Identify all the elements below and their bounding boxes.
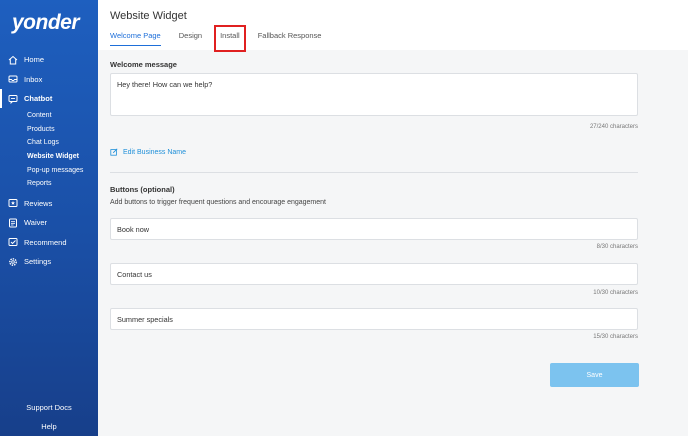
sidebar-nav: Home Inbox Chatbot Content Products Chat… bbox=[0, 50, 98, 272]
welcome-message-label: Welcome message bbox=[110, 60, 177, 69]
button-2-input[interactable]: Contact us bbox=[110, 263, 638, 285]
save-button[interactable]: Save bbox=[550, 363, 639, 387]
button-1-input[interactable]: Book now bbox=[110, 218, 638, 240]
sidebar-subitem-reports[interactable]: Reports bbox=[0, 177, 98, 191]
edit-icon bbox=[110, 148, 118, 156]
sidebar-subitem-website-widget[interactable]: Website Widget bbox=[0, 150, 98, 164]
sidebar-subitem-chat-logs[interactable]: Chat Logs bbox=[0, 136, 98, 150]
sidebar-item-label: Waiver bbox=[24, 218, 48, 228]
home-icon bbox=[8, 55, 18, 65]
sidebar-item-home[interactable]: Home bbox=[0, 50, 98, 70]
tab-welcome-page[interactable]: Welcome Page bbox=[110, 31, 161, 46]
sidebar-item-inbox[interactable]: Inbox bbox=[0, 70, 98, 90]
page-title: Website Widget bbox=[110, 10, 187, 22]
button-3-input[interactable]: Summer specials bbox=[110, 308, 638, 330]
yonder-logo: yonder bbox=[12, 11, 80, 34]
sidebar-item-waiver[interactable]: Waiver bbox=[0, 213, 98, 233]
button-1-counter: 8/30 characters bbox=[596, 244, 638, 250]
tab-install[interactable]: Install bbox=[214, 25, 246, 52]
sidebar-subitem-content[interactable]: Content bbox=[0, 109, 98, 123]
sidebar-subitem-products[interactable]: Products bbox=[0, 122, 98, 136]
buttons-optional-label: Buttons (optional) bbox=[110, 185, 175, 194]
button-2-counter: 10/30 characters bbox=[593, 290, 638, 296]
support-docs-link[interactable]: Support Docs bbox=[0, 403, 98, 412]
page-header: Website Widget Welcome Page Design Insta… bbox=[98, 0, 688, 52]
recommend-icon bbox=[8, 237, 18, 247]
sidebar-item-label: Reviews bbox=[24, 198, 53, 208]
tab-design[interactable]: Design bbox=[179, 31, 202, 46]
tab-fallback-response[interactable]: Fallback Response bbox=[258, 31, 322, 46]
edit-business-name-label: Edit Business Name bbox=[123, 148, 187, 156]
inbox-icon bbox=[8, 74, 18, 84]
sidebar: yonder Home Inbox Chatbot Content Produc… bbox=[0, 0, 98, 436]
help-link[interactable]: Help bbox=[0, 422, 98, 431]
sidebar-item-settings[interactable]: Settings bbox=[0, 252, 98, 272]
welcome-message-textarea[interactable]: Hey there! How can we help? bbox=[110, 73, 638, 116]
gear-icon bbox=[8, 257, 18, 267]
sidebar-item-chatbot[interactable]: Chatbot bbox=[0, 89, 98, 109]
chat-icon bbox=[8, 94, 18, 104]
sidebar-item-label: Chatbot bbox=[24, 94, 53, 104]
sidebar-item-label: Settings bbox=[24, 257, 52, 267]
section-divider bbox=[110, 172, 638, 173]
sidebar-item-recommend[interactable]: Recommend bbox=[0, 233, 98, 253]
edit-business-name-link[interactable]: Edit Business Name bbox=[110, 148, 186, 156]
star-icon bbox=[8, 198, 18, 208]
button-3-counter: 15/30 characters bbox=[593, 334, 638, 340]
waiver-icon bbox=[8, 218, 18, 228]
sidebar-item-label: Inbox bbox=[24, 74, 43, 84]
tab-bar: Welcome Page Design Install Fallback Res… bbox=[110, 25, 339, 52]
buttons-helper-text: Add buttons to trigger frequent question… bbox=[110, 199, 326, 206]
sidebar-subitem-popup-messages[interactable]: Pop-up messages bbox=[0, 163, 98, 177]
sidebar-item-label: Home bbox=[24, 55, 45, 65]
welcome-message-counter: 27/240 characters bbox=[589, 124, 638, 130]
sidebar-item-label: Recommend bbox=[24, 237, 67, 247]
sidebar-item-reviews[interactable]: Reviews bbox=[0, 194, 98, 214]
